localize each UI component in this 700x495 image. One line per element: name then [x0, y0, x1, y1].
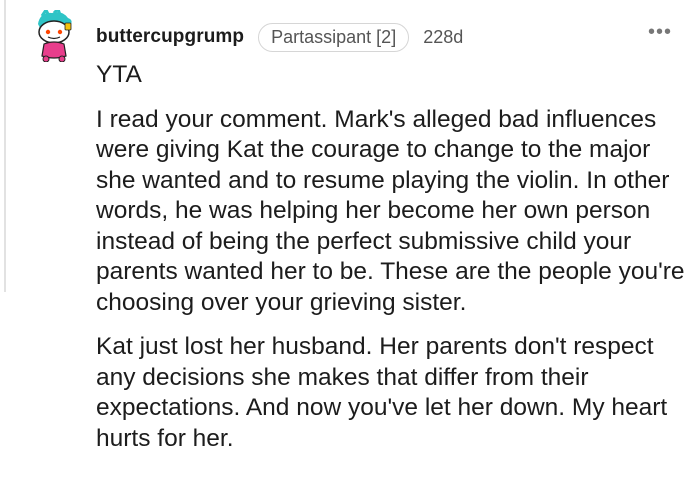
comment-paragraph: I read your comment. Mark's alleged bad …: [96, 105, 685, 316]
username-link[interactable]: buttercupgrump: [96, 26, 244, 48]
comment-header: buttercupgrump Partassipant [2] 228d •••: [96, 20, 680, 54]
more-options-icon[interactable]: •••: [648, 22, 672, 42]
user-avatar[interactable]: [32, 6, 76, 63]
comment-paragraph: Kat just lost her husband. Her parents d…: [96, 333, 668, 452]
user-flair-badge: Partassipant [2]: [258, 22, 410, 52]
snoo-avatar-icon: [38, 6, 72, 63]
comment-body: YTA I read your comment. Mark's alleged …: [96, 60, 686, 468]
comment-timestamp[interactable]: 228d: [423, 27, 463, 48]
thread-line[interactable]: [4, 0, 6, 292]
comment-paragraph: YTA: [96, 61, 142, 88]
